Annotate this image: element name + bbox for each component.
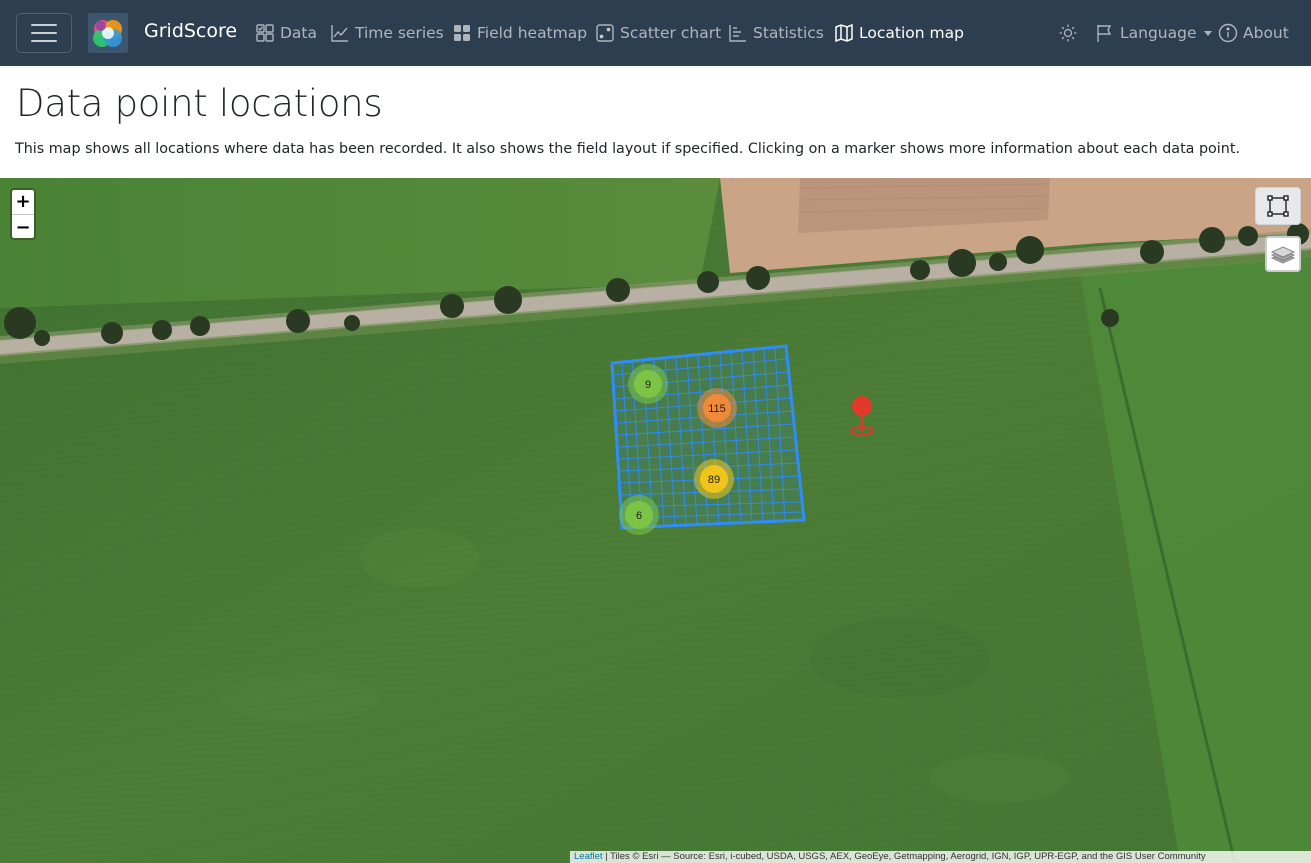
nav-item-location-map[interactable]: Location map xyxy=(834,19,964,47)
layers-icon xyxy=(1270,246,1296,264)
hamburger-line xyxy=(31,32,57,34)
gridscore-logo[interactable] xyxy=(88,13,128,53)
menu-toggle-button[interactable] xyxy=(16,13,72,53)
cluster-count: 9 xyxy=(645,379,651,391)
zoom-out-button[interactable]: − xyxy=(12,215,34,238)
cluster-marker[interactable]: 9 xyxy=(628,364,668,404)
nav-item-data[interactable]: Data xyxy=(255,19,317,47)
hamburger-line xyxy=(31,24,57,26)
zoom-in-button[interactable]: + xyxy=(12,190,34,215)
theme-toggle-button[interactable] xyxy=(1058,19,1078,47)
cluster-marker[interactable]: 89 xyxy=(694,459,734,499)
language-dropdown[interactable]: Language xyxy=(1095,19,1212,47)
nav-item-label: Statistics xyxy=(753,24,824,42)
flag-icon xyxy=(1097,25,1112,42)
navbar: GridScore Data Time series Field heatmap… xyxy=(0,0,1311,66)
time-series-icon xyxy=(331,25,348,42)
nav-item-time-series[interactable]: Time series xyxy=(330,19,444,47)
nav-item-label: Field heatmap xyxy=(477,24,588,42)
language-label: Language xyxy=(1120,24,1197,42)
dice-icon xyxy=(596,24,614,42)
about-label: About xyxy=(1243,24,1289,42)
map-icon xyxy=(835,23,853,43)
nav-item-field-heatmap[interactable]: Field heatmap xyxy=(452,19,587,47)
nav-item-label: Data xyxy=(280,24,318,42)
attribution-text: | Tiles © Esri — Source: Esri, i-cubed, … xyxy=(602,851,1206,862)
nav-item-label: Location map xyxy=(859,24,964,42)
chevron-down-icon xyxy=(1203,30,1212,36)
statistics-icon xyxy=(729,25,746,42)
cluster-count: 6 xyxy=(636,510,642,522)
layers-button[interactable] xyxy=(1265,236,1301,272)
nav-item-label: Time series xyxy=(355,24,444,42)
app-name[interactable]: GridScore xyxy=(144,20,237,42)
nav-item-label: Scatter chart xyxy=(620,24,722,42)
grid-icon xyxy=(454,25,470,41)
zoom-control: + − xyxy=(10,188,36,240)
cluster-marker[interactable]: 6 xyxy=(619,495,659,535)
fit-bounds-button[interactable] xyxy=(1255,187,1301,225)
nav-item-scatter-chart[interactable]: Scatter chart xyxy=(595,19,721,47)
about-button[interactable]: About xyxy=(1218,19,1289,47)
hamburger-line xyxy=(31,40,57,42)
nav-item-statistics[interactable]: Statistics xyxy=(728,19,824,47)
cluster-count: 115 xyxy=(708,403,726,415)
location-map[interactable]: 9 115 89 6 xyxy=(0,178,1311,863)
map-attribution: Leaflet | Tiles © Esri — Source: Esri, i… xyxy=(570,851,1311,863)
sun-icon xyxy=(1059,24,1077,42)
satellite-imagery: 9 115 89 6 xyxy=(0,178,1311,863)
leaflet-link[interactable]: Leaflet xyxy=(574,851,603,862)
cluster-count: 89 xyxy=(708,474,720,486)
info-icon xyxy=(1218,23,1238,43)
bounding-box-icon xyxy=(1267,195,1289,217)
page-title: Data point locations xyxy=(16,82,383,125)
cluster-marker[interactable]: 115 xyxy=(697,388,737,428)
page-description: This map shows all locations where data … xyxy=(15,141,1240,157)
data-icon xyxy=(256,24,274,42)
